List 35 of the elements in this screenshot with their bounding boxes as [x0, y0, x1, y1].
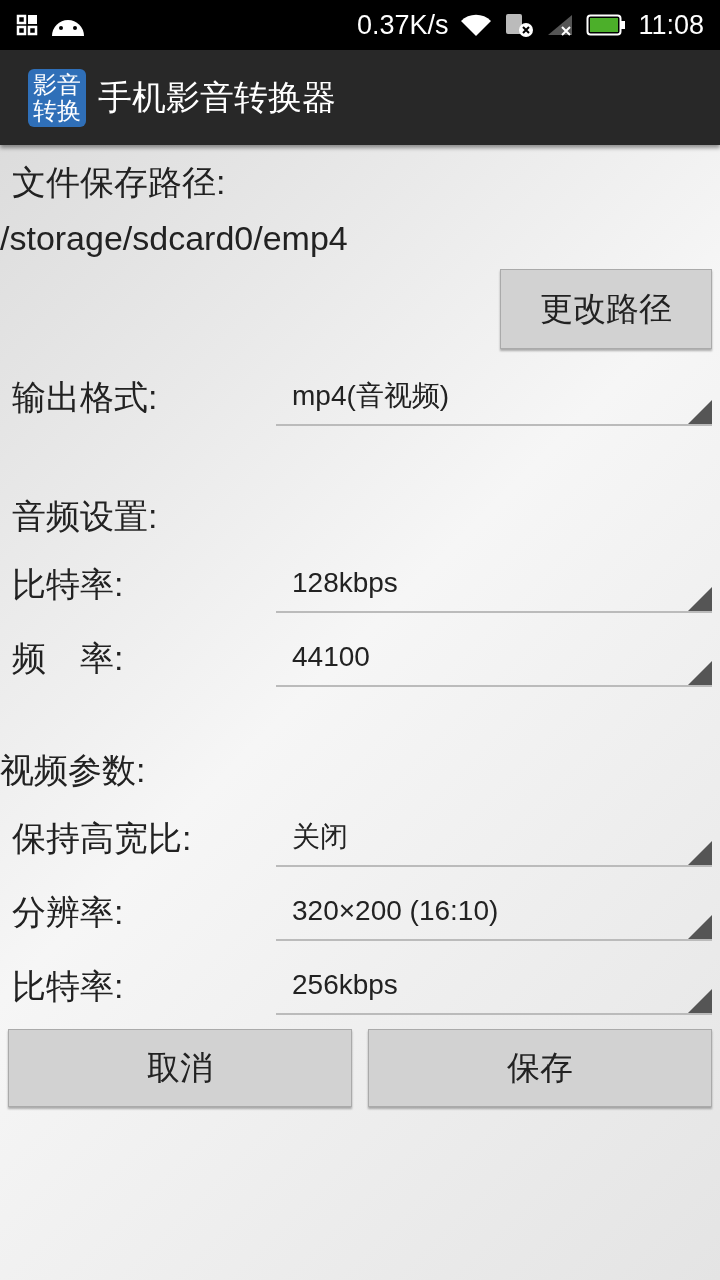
field-label: 保持高宽比: — [11, 817, 193, 859]
path-text: /storage/sdcard0/emp4 — [0, 218, 349, 259]
field-label: 比特率: — [11, 563, 125, 605]
dropdown[interactable]: 关闭 — [276, 809, 712, 867]
dropdown[interactable]: 320×200 (16:10) — [276, 883, 712, 941]
action-button[interactable]: 取消 — [8, 1029, 352, 1107]
dropdown-arrow-icon — [688, 400, 712, 424]
app-icon-text: 影音 — [33, 71, 81, 98]
network-speed: 0.37K/s — [356, 8, 449, 42]
sim-icon — [504, 12, 535, 38]
dropdown[interactable]: 128kbps — [276, 555, 712, 613]
dropdown[interactable]: 44100 — [276, 629, 712, 687]
grid-icon — [16, 14, 38, 36]
dropdown-arrow-icon — [688, 841, 712, 865]
section-heading: 视频参数: — [0, 749, 147, 791]
field-label: 输出格式: — [11, 376, 159, 418]
field-label: 分辨率: — [11, 891, 125, 933]
clock: 11:08 — [638, 8, 704, 42]
dropdown-arrow-icon — [688, 989, 712, 1013]
wifi-icon — [460, 13, 493, 37]
field-label: 比特率: — [11, 965, 125, 1007]
change-path-button[interactable]: 更改路径 — [500, 269, 712, 349]
signal-icon — [546, 13, 575, 37]
app-icon-text: 转换 — [33, 97, 81, 124]
dropdown-arrow-icon — [688, 661, 712, 685]
dropdown-arrow-icon — [688, 915, 712, 939]
app-title: 手机影音转换器 — [98, 77, 336, 118]
dropdown-arrow-icon — [688, 587, 712, 611]
field-label: 频 率: — [11, 637, 125, 679]
action-button[interactable]: 保存 — [368, 1029, 712, 1107]
section-heading: 音频设置: — [11, 495, 159, 537]
dropdown[interactable]: mp4(音视频) — [276, 368, 712, 426]
dropdown[interactable]: 256kbps — [276, 957, 712, 1015]
battery-icon — [586, 14, 627, 36]
field-label: 文件保存路径: — [11, 162, 227, 203]
